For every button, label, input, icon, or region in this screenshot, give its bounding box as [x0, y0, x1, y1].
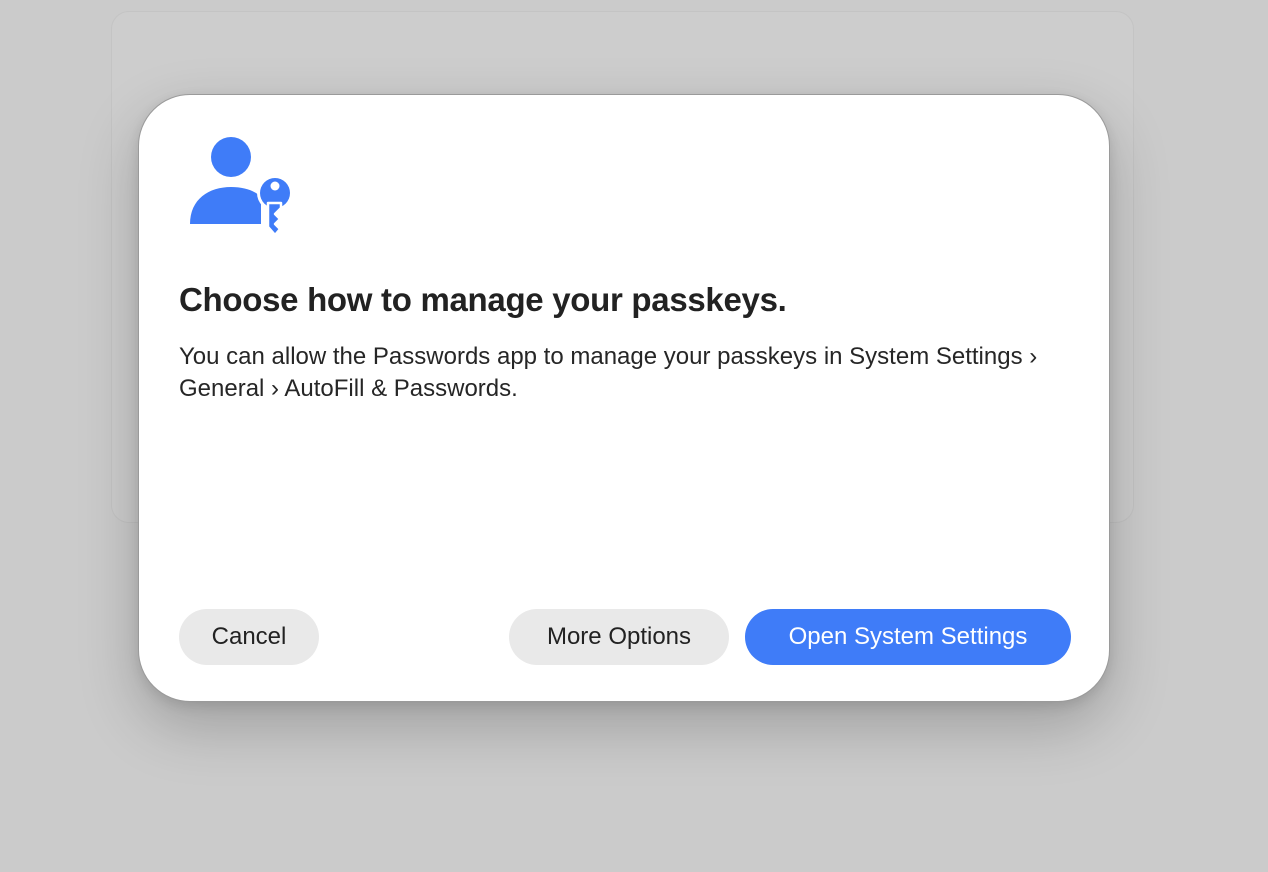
more-options-button[interactable]: More Options: [509, 609, 729, 665]
person-key-icon: [189, 135, 295, 237]
cancel-button[interactable]: Cancel: [179, 609, 319, 665]
open-system-settings-button[interactable]: Open System Settings: [745, 609, 1071, 665]
passkey-dialog: Choose how to manage your passkeys. You …: [138, 94, 1110, 702]
dialog-message: You can allow the Passwords app to manag…: [179, 343, 1038, 402]
dialog-title: Choose how to manage your passkeys.: [179, 281, 787, 318]
